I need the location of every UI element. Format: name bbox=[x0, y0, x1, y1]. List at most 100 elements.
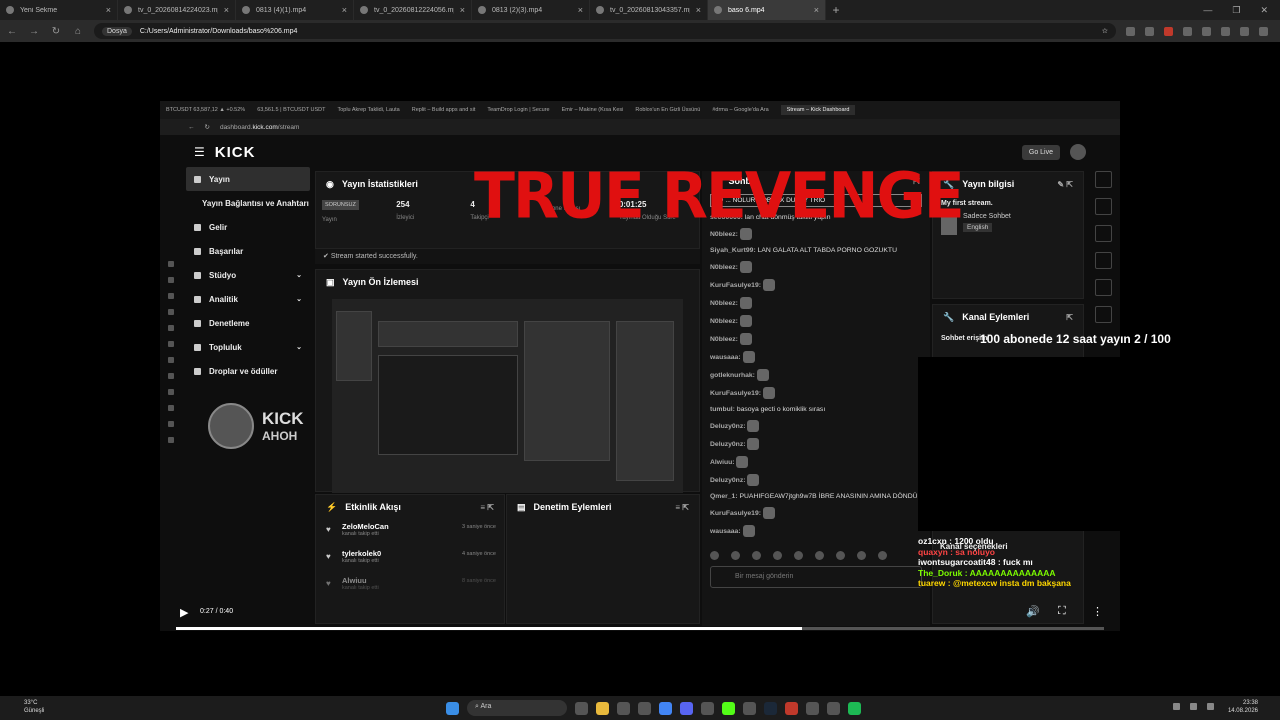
close-icon[interactable]: × bbox=[696, 5, 701, 15]
hamburger-icon: ☰ bbox=[194, 145, 205, 159]
url-field[interactable]: Dosya C:/Users/Administrator/Downloads/b… bbox=[94, 23, 1116, 39]
emote-icon bbox=[773, 551, 782, 560]
chat-message: gotleknurhak: bbox=[702, 366, 930, 384]
chat-username: KuruFasulye19: bbox=[710, 281, 761, 289]
minimize-icon[interactable]: — bbox=[1203, 5, 1212, 16]
file-explorer-icon[interactable] bbox=[596, 701, 609, 715]
rail-icon bbox=[168, 293, 174, 299]
preview-icon: ▣ bbox=[326, 276, 335, 287]
extension-icon[interactable] bbox=[1164, 26, 1173, 36]
reload-icon[interactable]: ↻ bbox=[50, 26, 62, 37]
task-view-icon[interactable] bbox=[575, 701, 588, 715]
overlay-black-box bbox=[918, 357, 1280, 531]
more-options-icon[interactable]: ⋮ bbox=[1092, 605, 1103, 618]
emote-icon bbox=[857, 551, 866, 560]
chat-input: Bir mesaj gönderin bbox=[710, 566, 922, 588]
download-icon[interactable] bbox=[1202, 26, 1211, 36]
spotify-icon[interactable] bbox=[848, 701, 861, 715]
avatar bbox=[1070, 144, 1086, 160]
browser-tab-active[interactable]: baso 6.mp4 × bbox=[708, 0, 826, 20]
rail-icon bbox=[168, 277, 174, 283]
close-icon[interactable]: × bbox=[106, 5, 111, 15]
close-window-icon[interactable]: ✕ bbox=[1260, 5, 1268, 16]
close-icon[interactable]: × bbox=[342, 5, 347, 15]
windows-start-icon[interactable] bbox=[446, 701, 459, 715]
chat-username: wausaaa: bbox=[710, 353, 741, 361]
chrome-icon[interactable] bbox=[659, 701, 672, 715]
browser-tab[interactable]: 0813 (2)(3).mp4 × bbox=[472, 0, 590, 20]
broadcast-icon bbox=[194, 175, 201, 183]
app-icon[interactable] bbox=[617, 701, 630, 715]
money-icon bbox=[194, 223, 201, 231]
chevron-down-icon: ⌄ bbox=[296, 272, 302, 279]
rail-icon bbox=[168, 357, 174, 363]
mod-icon bbox=[1094, 225, 1112, 242]
chat-message: tumbul: basoya gecti o komiklik sırası bbox=[702, 402, 930, 417]
activity-row: ♥ tylerkolek0 kanalı takip etti 4 saniye ön… bbox=[326, 549, 496, 564]
inner-address-bar: ← ↻ dashboard.kick.com/stream bbox=[160, 119, 1120, 135]
toolbar-extensions bbox=[1126, 26, 1274, 36]
taskbar-search[interactable]: ⌕ Ara bbox=[467, 700, 567, 716]
tab-title: 0813 (2)(3).mp4 bbox=[492, 6, 543, 14]
discord-icon[interactable] bbox=[680, 701, 693, 715]
extension-icon[interactable] bbox=[1145, 26, 1154, 36]
file-chip[interactable]: Dosya bbox=[102, 26, 132, 36]
chevron-down-icon: ⌄ bbox=[296, 296, 302, 303]
share-icon[interactable] bbox=[1221, 26, 1230, 36]
volume-icon[interactable]: 🔊 bbox=[1026, 605, 1040, 618]
close-icon[interactable]: × bbox=[814, 5, 819, 15]
close-icon[interactable]: × bbox=[224, 5, 229, 15]
app-icon[interactable] bbox=[806, 701, 819, 715]
heart-icon: ♥ bbox=[326, 579, 331, 588]
chat-message: N0bleez: bbox=[702, 258, 930, 276]
kick-app-icon[interactable] bbox=[722, 701, 735, 715]
play-icon[interactable]: ▶ bbox=[180, 606, 188, 619]
tab-title: baso 6.mp4 bbox=[728, 6, 765, 14]
maximize-icon[interactable]: ❐ bbox=[1232, 5, 1240, 16]
browser-tab[interactable]: tv_0_20260812224056.mp4 × bbox=[354, 0, 472, 20]
chat-username: N0bleez: bbox=[710, 263, 738, 271]
extension-icon[interactable] bbox=[1126, 26, 1135, 36]
close-icon[interactable]: × bbox=[460, 5, 465, 15]
chat-panel: ▢ Sohbet ⇱ @ ... NOLUR ROBLOX DUSTY TRİO s… bbox=[702, 171, 930, 626]
menu-icon[interactable] bbox=[1259, 26, 1268, 36]
close-icon[interactable]: × bbox=[578, 5, 583, 15]
app-icon[interactable] bbox=[638, 701, 651, 715]
stat-cell: SORUNSUZ Yayın bbox=[322, 200, 396, 223]
emote-icon bbox=[736, 456, 749, 468]
language-tag: English bbox=[963, 223, 993, 232]
app-icon[interactable] bbox=[827, 701, 840, 715]
inner-tab: Roblox'un En Gizli Üssünü bbox=[635, 107, 701, 113]
star-icon[interactable]: ☆ bbox=[1102, 27, 1108, 35]
check-icon: ✔ bbox=[323, 253, 331, 260]
app-icon[interactable] bbox=[743, 701, 756, 715]
fullscreen-icon[interactable]: ⛶ bbox=[1058, 605, 1066, 618]
emote-icon bbox=[739, 261, 752, 273]
reload-icon: ↻ bbox=[204, 124, 210, 131]
video-progress-bar[interactable] bbox=[176, 627, 1104, 630]
steam-icon[interactable] bbox=[764, 701, 777, 715]
profile-icon[interactable] bbox=[1240, 26, 1249, 36]
network-icon[interactable] bbox=[1190, 703, 1197, 710]
chat-username: Deluzy0nz: bbox=[710, 422, 746, 430]
emote-icon bbox=[762, 387, 775, 399]
extensions-puzzle-icon[interactable] bbox=[1183, 26, 1192, 36]
chat-username: Deluzy0nz: bbox=[710, 476, 746, 484]
app-icon[interactable] bbox=[701, 701, 714, 715]
chevron-up-icon[interactable] bbox=[1173, 703, 1180, 710]
browser-tab[interactable]: tv_0_20260813043357.mp4 × bbox=[590, 0, 708, 20]
home-icon[interactable]: ⌂ bbox=[72, 26, 84, 37]
back-icon[interactable]: ← bbox=[6, 26, 18, 37]
browser-tab[interactable]: tv_0_20260814224023.mp4 × bbox=[118, 0, 236, 20]
browser-tab-bar: Yeni Sekme × tv_0_20260814224023.mp4 × 081… bbox=[0, 0, 1280, 20]
forward-icon[interactable]: → bbox=[28, 26, 40, 37]
taskbar-clock[interactable]: 23:38 14.08.2026 bbox=[1228, 699, 1258, 715]
browser-tab[interactable]: Yeni Sekme × bbox=[0, 0, 118, 20]
chat-message: N0bleez: bbox=[702, 294, 930, 312]
speaker-icon[interactable] bbox=[1207, 703, 1214, 710]
browser-tab[interactable]: 0813 (4)(1).mp4 × bbox=[236, 0, 354, 20]
new-tab-button[interactable]: + bbox=[826, 3, 846, 17]
doc-icon bbox=[1094, 279, 1112, 296]
app-icon[interactable] bbox=[785, 701, 798, 715]
weather-widget[interactable]: 33°C Güneşli bbox=[24, 699, 44, 715]
